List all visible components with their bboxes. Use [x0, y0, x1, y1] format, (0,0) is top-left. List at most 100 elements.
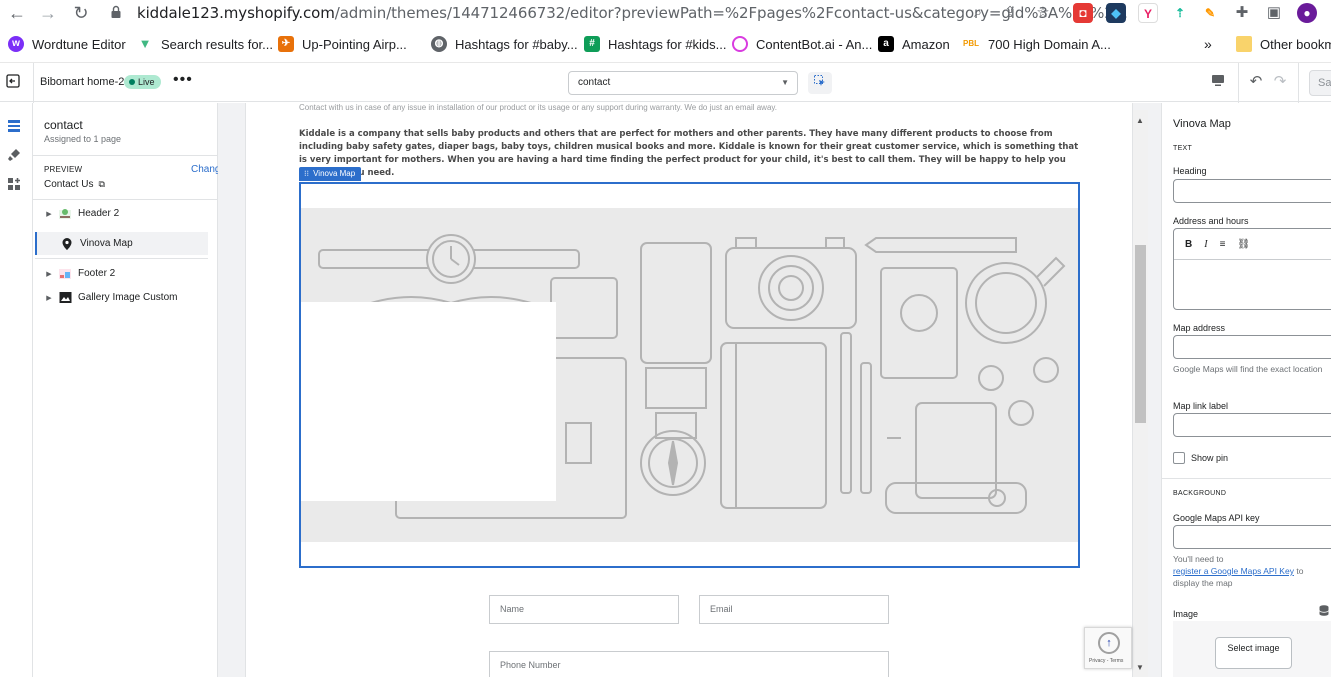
extension-leaf-icon[interactable]: Y [1138, 3, 1158, 23]
phone-field[interactable]: Phone Number [489, 651, 889, 677]
bookmark-item[interactable]: ✈ Up-Pointing Airp... [278, 34, 407, 54]
extension-pen-icon[interactable]: ✎ [1200, 3, 1220, 23]
bookmark-label: Hashtags for #baby... [455, 36, 578, 52]
section-label: Vinova Map [80, 238, 133, 249]
bookmark-item[interactable]: ContentBot.ai - An... [732, 34, 872, 54]
show-pin-checkbox[interactable] [1173, 452, 1185, 464]
bold-button[interactable]: B [1185, 239, 1192, 250]
bookmark-item[interactable]: a Amazon [878, 34, 950, 54]
recaptcha-icon: ↑ [1098, 632, 1120, 654]
lock-icon[interactable] [110, 5, 126, 21]
extension-red-icon[interactable]: ◘ [1073, 3, 1093, 23]
desktop-preview-icon[interactable] [1211, 74, 1229, 90]
storefront-preview: Contact with us in case of any issue in … [245, 103, 1133, 677]
register-api-key-link[interactable]: register a Google Maps API Key [1173, 566, 1294, 576]
italic-button[interactable]: I [1204, 239, 1207, 250]
map-embed-area[interactable] [301, 302, 556, 501]
image-label: Image [1173, 609, 1199, 619]
page-template-select[interactable]: contact ▼ [568, 71, 798, 95]
forward-arrow-icon[interactable]: → [37, 2, 59, 24]
other-bookmarks-folder[interactable]: Other bookmarks [1236, 34, 1331, 54]
preview-scrollbar[interactable]: ▲ ▼ [1133, 110, 1148, 677]
extension-arrows-icon[interactable]: ⇡ [1170, 3, 1190, 23]
zoom-icon[interactable]: ⌕ [968, 3, 988, 23]
address-richtext-editor[interactable]: B I ≡ ⛓ [1173, 228, 1331, 310]
preview-page[interactable]: Contact Us ⧉ [44, 179, 105, 190]
image-picker: Select image [1173, 621, 1331, 677]
folder-icon [1236, 36, 1252, 52]
select-image-button[interactable]: Select image [1215, 637, 1292, 669]
profile-avatar-icon[interactable]: ● [1297, 3, 1317, 23]
expand-caret-icon[interactable]: ▶ [43, 294, 55, 302]
share-icon[interactable]: ⇪ [1000, 3, 1020, 23]
redo-icon[interactable]: ↷ [1270, 72, 1290, 92]
theme-name: Bibomart home-2 [40, 76, 125, 88]
bookmark-item[interactable]: # Hashtags for #kids... [584, 34, 727, 54]
vinova-map-section[interactable] [299, 182, 1080, 568]
scroll-thumb[interactable] [1135, 245, 1146, 423]
expand-caret-icon[interactable]: ▶ [43, 270, 55, 278]
heading-input[interactable] [1173, 179, 1331, 203]
bookmark-item[interactable]: ◍ Hashtags for #baby... [431, 34, 578, 54]
divider [33, 199, 218, 200]
bullet-list-button[interactable]: ≡ [1220, 239, 1226, 250]
map-pin-icon [60, 237, 74, 251]
dynamic-source-icon[interactable] [1319, 605, 1329, 619]
undo-icon[interactable]: ↶ [1246, 72, 1266, 92]
link-icon[interactable]: ⛓ [1237, 239, 1250, 250]
theme-settings-brush-icon[interactable] [7, 148, 21, 162]
extension-diamond-icon[interactable]: ◆ [1106, 3, 1126, 23]
sections-icon[interactable] [7, 119, 21, 133]
save-button[interactable]: Save [1309, 70, 1331, 96]
sidebar-toggle-icon[interactable]: ▣ [1264, 3, 1284, 23]
wordtune-icon: w [8, 36, 24, 52]
recaptcha-badge[interactable]: ↑ Privacy - Terms [1084, 627, 1132, 669]
extensions-puzzle-icon[interactable]: ✚ [1232, 3, 1252, 23]
inspector-toggle-button[interactable] [808, 72, 832, 94]
expand-caret-icon[interactable]: ▶ [43, 210, 55, 218]
section-item-footer[interactable]: ▶ Footer 2 [35, 262, 208, 285]
preview-page-label: Contact Us [44, 179, 94, 190]
scroll-up-icon[interactable]: ▲ [1136, 116, 1144, 125]
more-actions-icon[interactable]: ••• [173, 71, 193, 89]
section-label: Gallery Image Custom [78, 292, 178, 303]
section-tag[interactable]: ⁝⁝ Vinova Map [299, 167, 362, 181]
page-select-value: contact [578, 77, 611, 88]
bookmark-star-icon[interactable]: ☆ [1033, 3, 1053, 23]
globe-icon: ◍ [431, 36, 447, 52]
section-settings-panel: Vinova Map TEXT Heading Address and hour… [1161, 103, 1331, 677]
url-host: kiddale123.myshopify.com [137, 4, 335, 22]
scroll-down-icon[interactable]: ▼ [1136, 663, 1144, 672]
richtext-toolbar: B I ≡ ⛓ [1174, 229, 1331, 260]
hashtag-icon: # [584, 36, 600, 52]
show-pin-label[interactable]: Show pin [1191, 453, 1228, 463]
recaptcha-text[interactable]: Privacy - Terms [1089, 658, 1123, 664]
email-field[interactable]: Email [699, 595, 889, 624]
map-address-input[interactable] [1173, 335, 1331, 359]
editor-topbar: Bibomart home-2 Live ••• contact ▼ ↶ ↷ Sa… [0, 62, 1331, 103]
external-link-icon: ⧉ [98, 179, 105, 189]
api-key-input[interactable] [1173, 525, 1331, 549]
section-item-header[interactable]: ▶ Header 2 [35, 202, 208, 225]
editor-nav-rail [0, 103, 33, 677]
map-address-help: Google Maps will find the exact location [1173, 364, 1323, 374]
divider [1162, 478, 1331, 479]
settings-group-text: TEXT [1173, 145, 1193, 152]
template-assignment: Assigned to 1 page [44, 134, 122, 144]
intro-text-clipped: Contact with us in case of any issue in … [299, 103, 778, 112]
section-item-vinova-map[interactable]: ▶ Vinova Map [35, 232, 208, 255]
back-arrow-icon[interactable]: ← [6, 2, 28, 24]
exit-editor-icon[interactable] [6, 74, 22, 90]
apps-grid-icon[interactable] [7, 177, 21, 191]
bookmarks-overflow-button[interactable]: » [1204, 34, 1212, 54]
bookmark-item[interactable]: ▼ Search results for... [137, 34, 273, 54]
bookmark-item[interactable]: w Wordtune Editor [8, 34, 126, 54]
name-field[interactable]: Name [489, 595, 679, 624]
reload-icon[interactable]: ↻ [70, 2, 92, 24]
section-item-gallery[interactable]: ▶ Gallery Image Custom [35, 286, 208, 309]
bookmark-item[interactable]: PBL 700 High Domain A... [962, 34, 1111, 54]
live-dot-icon [129, 79, 135, 85]
bookmark-label: 700 High Domain A... [988, 36, 1111, 52]
section-label: Header 2 [78, 208, 120, 219]
map-link-input[interactable] [1173, 413, 1331, 437]
